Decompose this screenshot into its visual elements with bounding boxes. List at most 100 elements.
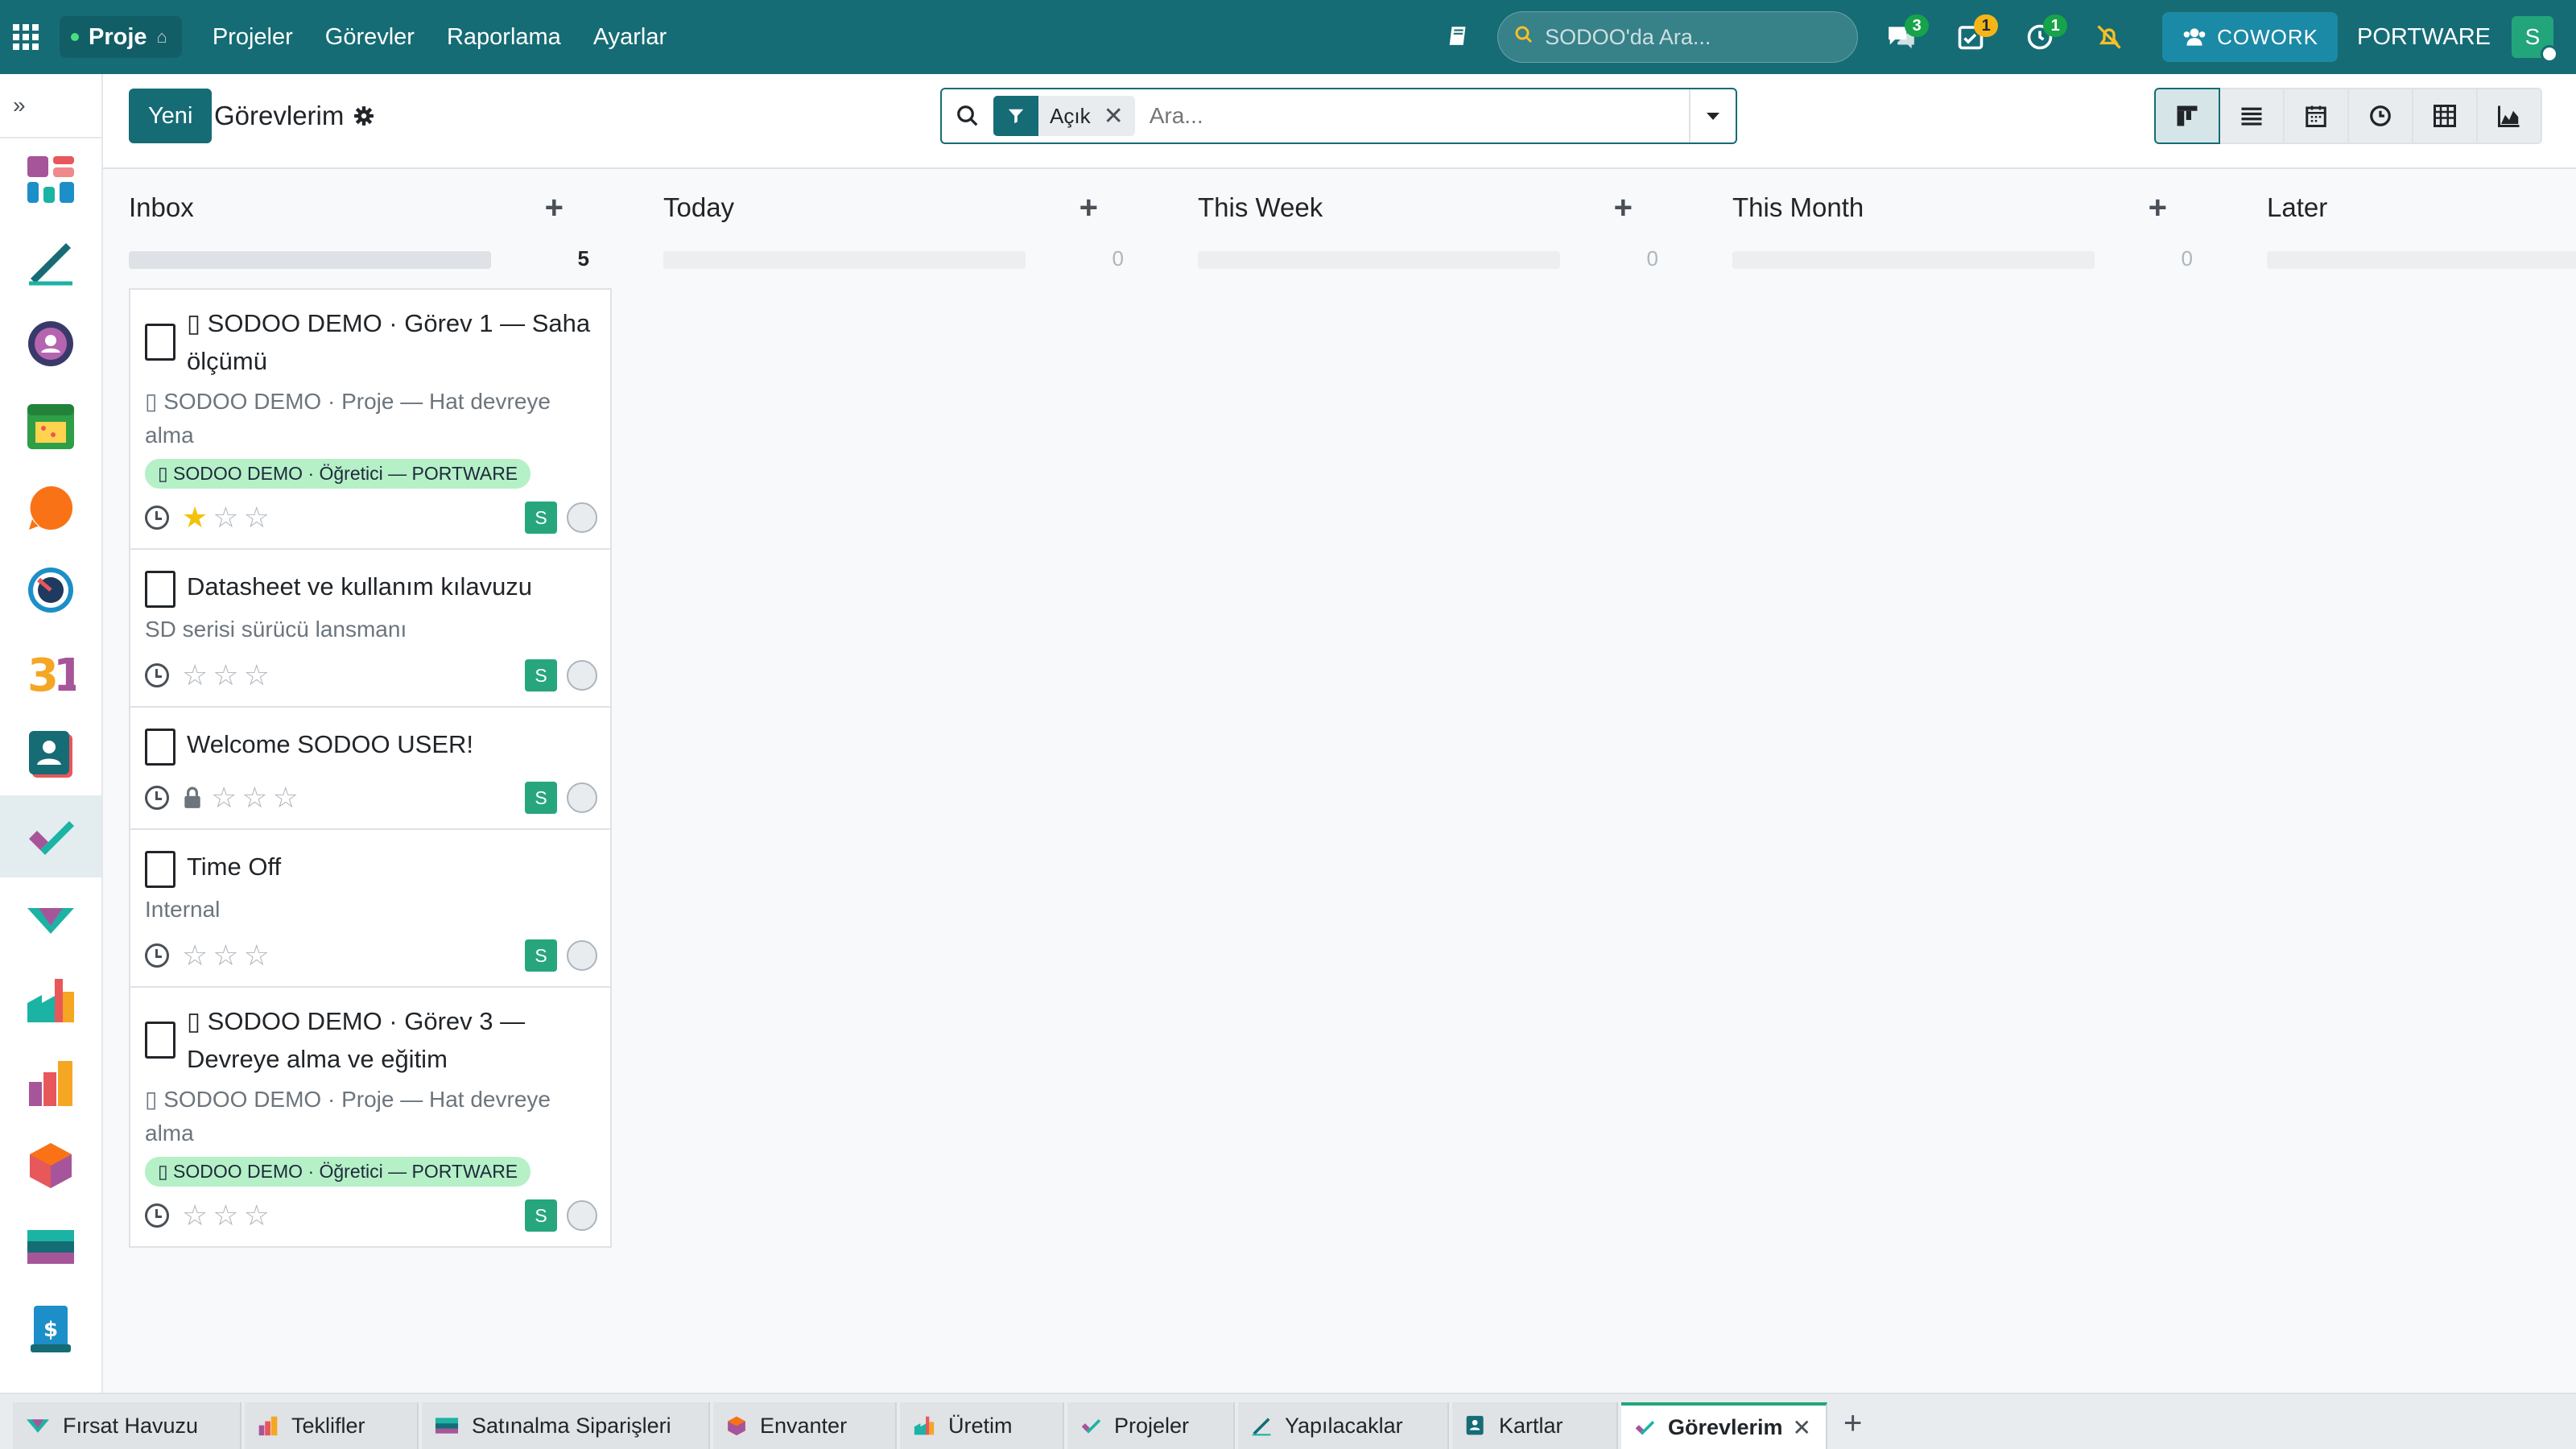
task-state-icon[interactable] [567,660,597,691]
sidebar-item-gauge[interactable] [0,549,101,631]
quick-create-icon[interactable]: + [2149,190,2167,226]
task-checkbox[interactable] [145,571,175,608]
activity-clock-icon[interactable] [145,786,169,810]
menu-settings[interactable]: Ayarlar [593,24,667,51]
task-card[interactable]: Welcome SODOO USER! ☆ ☆ ☆ S [130,708,610,830]
list-view-button[interactable] [2219,88,2285,144]
column-title[interactable]: Later [2267,192,2327,223]
priority-star-icon[interactable]: ☆ [242,783,267,812]
progress-bar[interactable] [663,251,1026,269]
priority-star-icon[interactable]: ☆ [182,1201,208,1230]
quick-create-icon[interactable]: + [1080,190,1098,226]
priority-star-icon[interactable]: ☆ [213,1201,238,1230]
quick-create-icon[interactable]: + [1614,190,1633,226]
calendar-view-button[interactable] [2283,88,2349,144]
task-card[interactable]: ▯ SODOO DEMO · Görev 1 — Saha ölçümü ▯ S… [130,290,610,550]
messages-button[interactable]: 3 [1877,13,1930,61]
remove-facet-icon[interactable]: ✕ [1104,102,1135,130]
sidebar-item-manufacturing[interactable] [0,960,101,1042]
priority-star-icon[interactable]: ☆ [273,783,299,812]
assignee-avatar[interactable]: S [525,1199,557,1232]
activity-view-button[interactable] [2347,88,2413,144]
task-card[interactable]: Time Off Internal ☆ ☆ ☆ S [130,830,610,988]
activities-button[interactable]: 1 [1946,13,1999,61]
task-state-icon[interactable] [567,502,597,533]
activity-clock-icon[interactable] [145,1203,169,1228]
new-task-button[interactable]: Yeni [129,89,213,143]
priority-star-icon[interactable]: ☆ [244,941,270,970]
tab-projeler[interactable]: Projeler [1067,1402,1235,1449]
tab-yapilacaklar[interactable]: Yapılacaklar [1238,1402,1449,1449]
gear-icon[interactable] [353,105,374,126]
progress-bar[interactable] [129,251,491,269]
graph-view-button[interactable] [2476,88,2542,144]
global-search-input[interactable]: SODOO'da Ara... [1497,11,1859,63]
pivot-view-button[interactable] [2412,88,2478,144]
sidebar-item-discuss[interactable] [0,467,101,549]
progress-bar[interactable] [2267,251,2576,269]
task-state-icon[interactable] [567,782,597,813]
task-checkbox[interactable] [145,851,175,888]
priority-star-icon[interactable]: ☆ [244,1201,270,1230]
activity-clock-icon[interactable] [145,943,169,968]
task-checkbox[interactable] [145,1022,175,1059]
sidebar-item-purchase[interactable] [0,1206,101,1288]
add-tab-button[interactable]: + [1843,1406,1862,1442]
column-title[interactable]: This Week [1198,192,1323,223]
tab-teklifler[interactable]: Teklifler [245,1402,419,1449]
progress-bar[interactable] [1198,251,1560,269]
task-checkbox[interactable] [145,729,175,766]
menu-reporting[interactable]: Raporlama [447,24,561,51]
sidebar-item-dashboard[interactable] [0,138,101,221]
user-avatar[interactable]: S [2512,16,2558,63]
tab-uretim[interactable]: Üretim [900,1402,1064,1449]
sidebar-item-contacts[interactable] [0,713,101,795]
sidebar-item-calendar[interactable] [0,385,101,467]
priority-star-icon[interactable]: ☆ [213,941,238,970]
priority-star-icon[interactable]: ★ [182,503,208,532]
column-title[interactable]: Inbox [129,192,194,223]
sidebar-item-calendar-31[interactable]: 31 [0,631,101,713]
menu-tasks[interactable]: Görevler [325,24,415,51]
column-title[interactable]: Today [663,192,734,223]
search-options-toggle[interactable] [1689,89,1736,142]
tab-satinalma[interactable]: Satınalma Siparişleri [422,1402,710,1449]
task-state-icon[interactable] [567,1200,597,1231]
task-state-icon[interactable] [567,940,597,971]
priority-star-icon[interactable]: ☆ [213,661,238,690]
sidebar-item-sign[interactable] [0,221,101,303]
priority-star-icon[interactable]: ☆ [211,783,237,812]
column-title[interactable]: This Month [1732,192,1864,223]
notifications-muted-button[interactable] [2085,13,2133,61]
sidebar-item-inventory[interactable] [0,1124,101,1206]
assignee-avatar[interactable]: S [525,502,557,534]
activity-clock-icon[interactable] [145,663,169,687]
timer-button[interactable]: 1 [2016,13,2068,61]
app-brand[interactable]: Proje ⌂ [60,16,182,58]
cowork-button[interactable]: COWORK [2162,12,2339,62]
task-checkbox[interactable] [145,324,175,361]
task-card[interactable]: ▯ SODOO DEMO · Görev 3 — Devreye alma ve… [130,988,610,1246]
assignee-avatar[interactable]: S [525,782,557,814]
sidebar-item-crm[interactable] [0,877,101,960]
activity-clock-icon[interactable] [145,506,169,530]
priority-star-icon[interactable]: ☆ [182,941,208,970]
sidebar-item-team[interactable] [0,303,101,385]
tab-firsat-havuzu[interactable]: Fırsat Havuzu [13,1402,242,1449]
progress-bar[interactable] [1732,251,2095,269]
company-switcher[interactable]: PORTWARE [2357,24,2491,51]
app-menu-icon[interactable] [0,0,52,74]
documentation-icon[interactable] [1444,23,1473,52]
tab-kartlar[interactable]: Kartlar [1452,1402,1618,1449]
sidebar-expand-button[interactable]: » [0,74,101,138]
sidebar-item-project[interactable] [0,795,101,877]
tab-envanter[interactable]: Envanter [713,1402,897,1449]
priority-star-icon[interactable]: ☆ [213,503,238,532]
task-card[interactable]: Datasheet ve kullanım kılavuzu SD serisi… [130,550,610,708]
search-icon[interactable] [942,104,993,128]
priority-star-icon[interactable]: ☆ [244,503,270,532]
assignee-avatar[interactable]: S [525,939,557,972]
menu-projects[interactable]: Projeler [213,24,293,51]
quick-create-icon[interactable]: + [545,190,564,226]
assignee-avatar[interactable]: S [525,659,557,691]
